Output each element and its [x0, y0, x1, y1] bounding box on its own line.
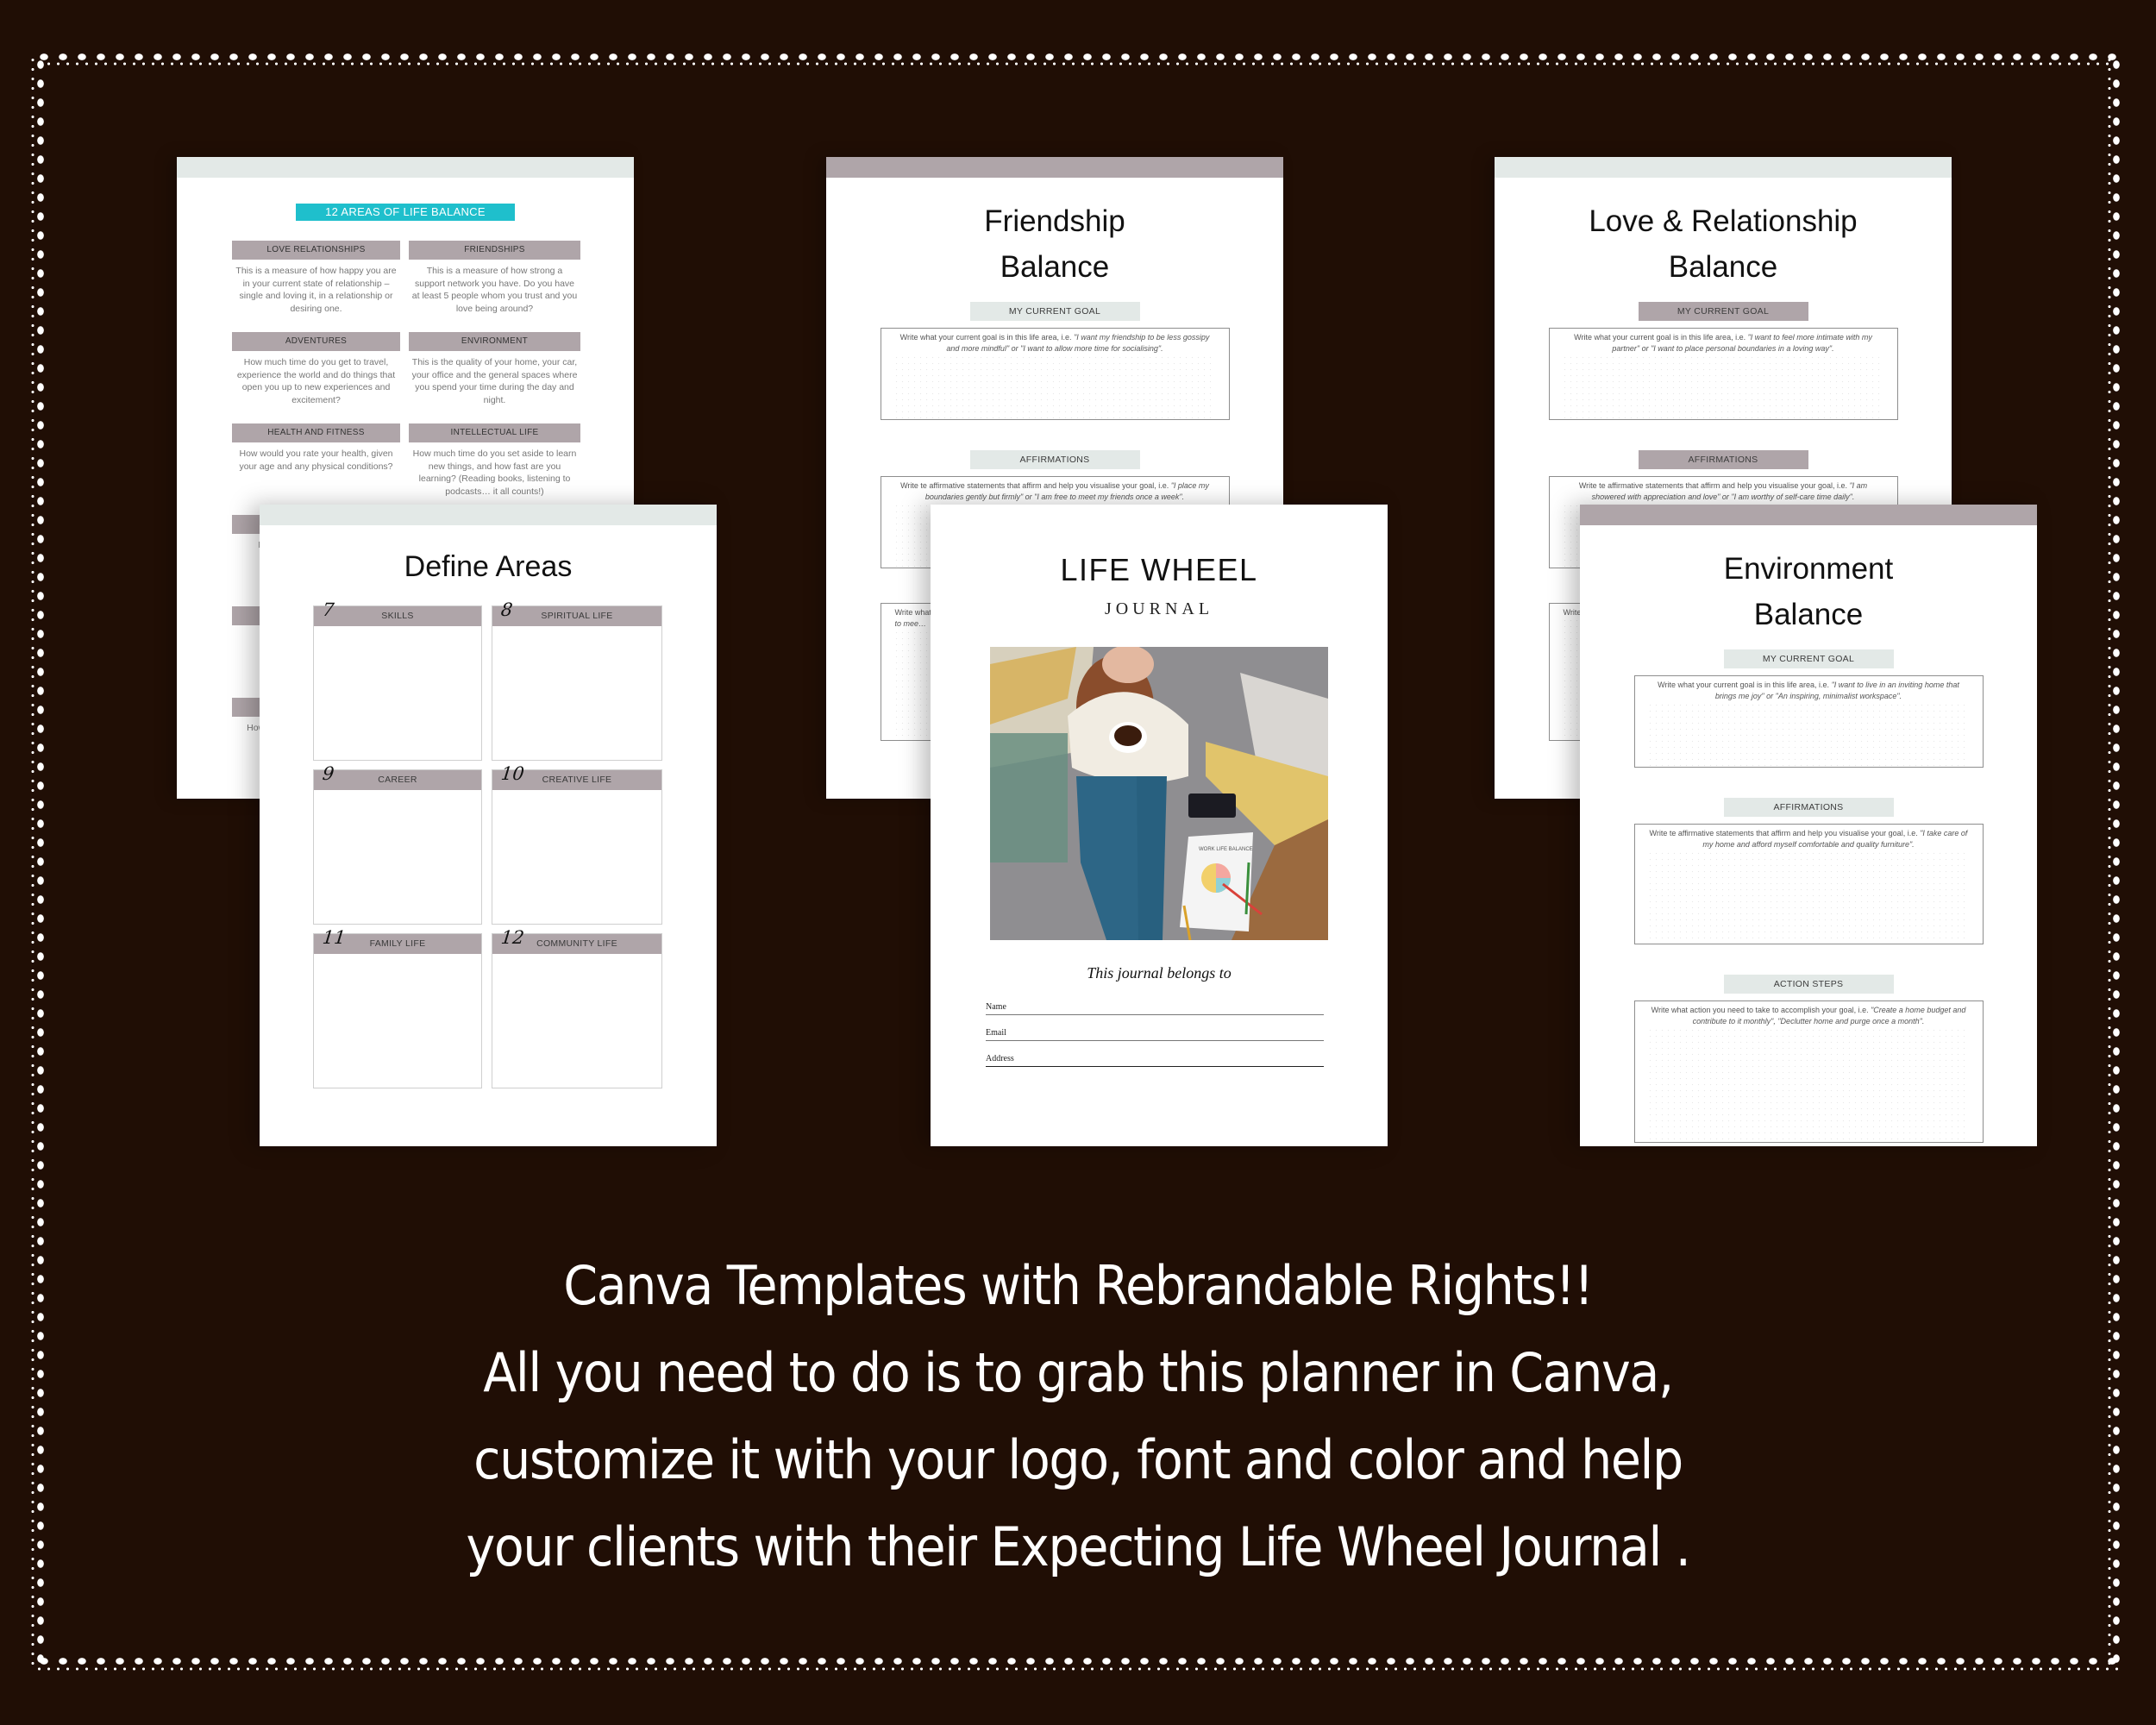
goal-label: MY CURRENT GOAL	[969, 302, 1140, 321]
page-life-wheel-cover: LIFE WHEEL JOURNAL WORK LIFE BALANCE Thi…	[931, 505, 1388, 1146]
clipboard-label: WORK LIFE BALANCE	[1199, 847, 1253, 852]
address-field[interactable]: Address	[986, 1041, 1324, 1067]
name-field[interactable]: Name	[986, 1001, 1324, 1015]
area-description: This is a measure of how happy you are i…	[235, 266, 397, 314]
affirmations-prompt: Write te affirmative statements that aff…	[894, 480, 1215, 502]
promo-line-3: customize it with your logo, font and co…	[473, 1428, 1683, 1491]
owner-fields: Name Email Address	[986, 1001, 1324, 1067]
page-header-band	[1580, 505, 2037, 525]
action-steps-box[interactable]: Write what action you need to take to ac…	[1633, 1000, 1984, 1143]
page-header-band	[177, 157, 634, 178]
define-box-label: SPIRITUAL LIFE	[492, 606, 661, 626]
affirmations-label: AFFIRMATIONS	[1638, 450, 1808, 469]
affirmations-box[interactable]: Write te affirmative statements that aff…	[1633, 824, 1984, 944]
area-header: ADVENTURES	[232, 332, 400, 351]
frame-left-small-dots	[30, 55, 35, 1670]
page-header-band	[826, 157, 1283, 178]
area-description: This is the quality of your home, your c…	[411, 357, 578, 405]
define-box[interactable]: SPIRITUAL LIFE 8	[492, 599, 662, 761]
define-box-label: CAREER	[314, 770, 481, 790]
frame-right-dots	[2113, 55, 2120, 1670]
goal-prompt: Write what your current goal is in this …	[1648, 680, 1969, 701]
define-box[interactable]: CAREER 9	[313, 763, 482, 925]
area-cell: ADVENTURES How much time do you get to tr…	[232, 332, 400, 420]
define-box-number: 9	[321, 763, 335, 784]
promo-line-4: your clients with their Expecting Life W…	[466, 1515, 1691, 1578]
page-environment-balance: Environment Balance MY CURRENT GOAL Writ…	[1580, 505, 2037, 1146]
define-box-number: 11	[321, 927, 347, 948]
define-box-number: 7	[321, 599, 335, 620]
area-cell: HEALTH AND FITNESS How would you rate you…	[232, 423, 400, 511]
page-title: Friendship Balance	[826, 198, 1283, 290]
goal-box[interactable]: Write what your current goal is in this …	[880, 328, 1230, 420]
area-description: How much time do you get to travel, expe…	[236, 357, 396, 405]
page-title: Love & Relationship Balance	[1495, 198, 1952, 290]
areas-title: 12 AREAS OF LIFE BALANCE	[296, 204, 515, 221]
page-title: Environment Balance	[1580, 546, 2037, 637]
define-box[interactable]: SKILLS 7	[313, 599, 482, 761]
promo-line-1: Canva Templates with Rebrandable Rights!…	[563, 1254, 1594, 1317]
area-cell: ENVIRONMENT This is the quality of your h…	[409, 332, 580, 420]
area-description: How much time do you set aside to learn …	[412, 448, 577, 497]
define-box[interactable]: CREATIVE LIFE 10	[492, 763, 662, 925]
area-header: INTELLECTUAL LIFE	[409, 423, 580, 442]
affirmations-label: AFFIRMATIONS	[1723, 798, 1894, 817]
goal-label: MY CURRENT GOAL	[1638, 302, 1808, 321]
title-line-1: Environment	[1723, 552, 1894, 586]
define-grid: SKILLS 7 SPIRITUAL LIFE 8 CAREER 9 CREATIVE…	[313, 599, 717, 1088]
cover-photo-illustration: WORK LIFE BALANCE	[990, 647, 1328, 940]
title-line-2: Balance	[1668, 250, 1778, 284]
title-line-1: Friendship	[984, 204, 1125, 238]
goal-label: MY CURRENT GOAL	[1723, 649, 1894, 668]
area-header: ENVIRONMENT	[409, 332, 580, 351]
page-header-band	[1495, 157, 1952, 178]
area-cell: LOVE RELATIONSHIPS This is a measure of h…	[232, 241, 400, 329]
frame-top-small-dots	[34, 61, 2118, 66]
goal-box[interactable]: Write what your current goal is in this …	[1633, 675, 1984, 768]
goal-box[interactable]: Write what your current goal is in this …	[1548, 328, 1898, 420]
page-header-band	[260, 505, 717, 525]
define-box-number: 12	[499, 927, 525, 948]
define-box-number: 8	[499, 599, 514, 620]
define-box[interactable]: COMMUNITY LIFE 12	[492, 927, 662, 1088]
frame-left-dots	[37, 55, 44, 1670]
cover-title: LIFE WHEEL	[1060, 552, 1258, 587]
title-line-2: Balance	[1753, 598, 1864, 631]
frame-bottom-dots	[34, 1658, 2118, 1665]
area-header: FRIENDSHIPS	[409, 241, 580, 260]
area-header: HEALTH AND FITNESS	[232, 423, 400, 442]
title-line-1: Love & Relationship	[1589, 204, 1858, 238]
cover-photo: WORK LIFE BALANCE	[990, 647, 1328, 940]
area-header: LOVE RELATIONSHIPS	[232, 241, 400, 260]
define-box-label: SKILLS	[314, 606, 481, 626]
email-field[interactable]: Email	[986, 1015, 1324, 1041]
affirmations-prompt: Write te affirmative statements that aff…	[1648, 828, 1969, 850]
area-cell: FRIENDSHIPS This is a measure of how stro…	[409, 241, 580, 329]
belongs-to-label: This journal belongs to	[1087, 964, 1232, 982]
goal-prompt: Write what your current goal is in this …	[1563, 332, 1883, 354]
define-box-number: 10	[499, 763, 525, 784]
frame-bottom-small-dots	[34, 1666, 2118, 1672]
promo-line-2: All you need to do is to grab this plann…	[483, 1341, 1674, 1404]
page-title: Define Areas	[404, 550, 573, 583]
frame-top-dots	[34, 53, 2118, 60]
action-steps-label: ACTION STEPS	[1723, 975, 1894, 994]
title-line-2: Balance	[1000, 250, 1110, 284]
page-define-areas: Define Areas SKILLS 7 SPIRITUAL LIFE 8 CAR…	[260, 505, 717, 1146]
area-description: This is a measure of how strong a suppor…	[411, 266, 578, 314]
area-cell: INTELLECTUAL LIFE How much time do you se…	[409, 423, 580, 511]
promo-text: Canva Templates with Rebrandable Rights!…	[86, 1242, 2070, 1590]
action-steps-prompt: Write what action you need to take to ac…	[1648, 1005, 1969, 1026]
define-box[interactable]: FAMILY LIFE 11	[313, 927, 482, 1088]
affirmations-label: AFFIRMATIONS	[969, 450, 1140, 469]
area-description: How would you rate your health, given yo…	[239, 448, 393, 472]
goal-prompt: Write what your current goal is in this …	[894, 332, 1215, 354]
frame-right-small-dots	[2107, 55, 2112, 1670]
cover-subtitle: JOURNAL	[1104, 599, 1214, 618]
affirmations-prompt: Write te affirmative statements that aff…	[1563, 480, 1883, 502]
